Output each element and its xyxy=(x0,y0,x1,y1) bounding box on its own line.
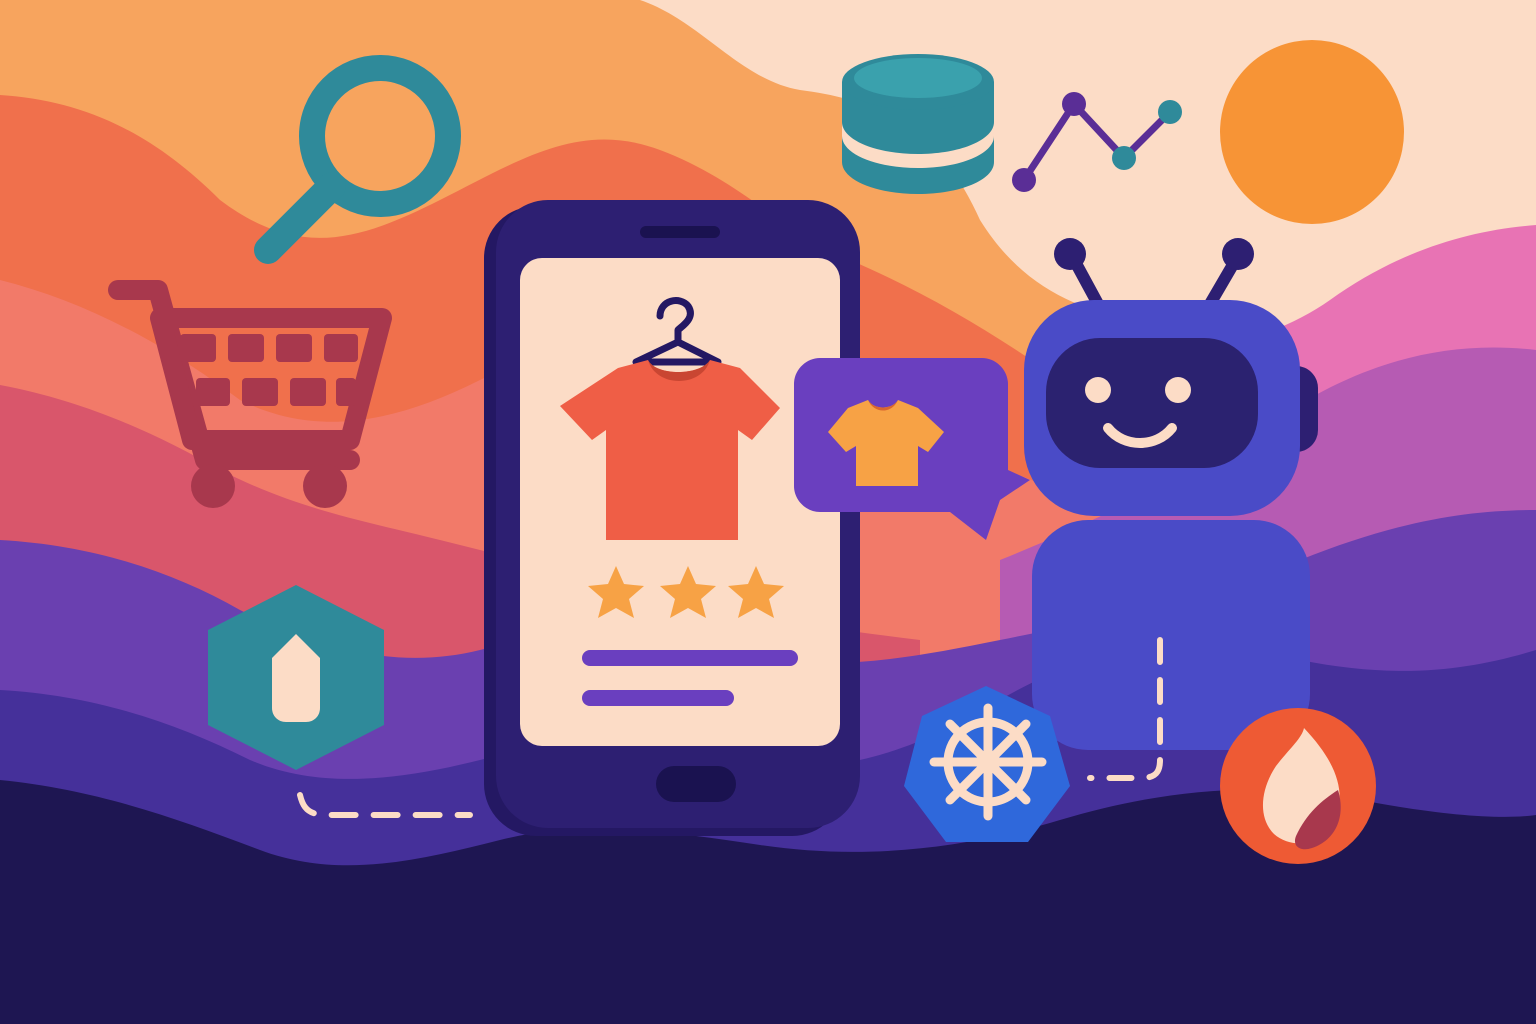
flame-icon xyxy=(1220,708,1376,864)
scene-svg xyxy=(0,0,1536,1024)
robot-eye xyxy=(1165,377,1191,403)
database-icon xyxy=(842,54,994,194)
phone-speaker xyxy=(640,226,720,238)
text-placeholder-bar xyxy=(582,690,734,706)
robot-face xyxy=(1046,338,1258,468)
robot-eye xyxy=(1085,377,1111,403)
phone-home-button xyxy=(656,766,736,802)
illustration-scene xyxy=(0,0,1536,1024)
text-placeholder-bar xyxy=(582,650,798,666)
sun-icon xyxy=(1220,40,1404,224)
